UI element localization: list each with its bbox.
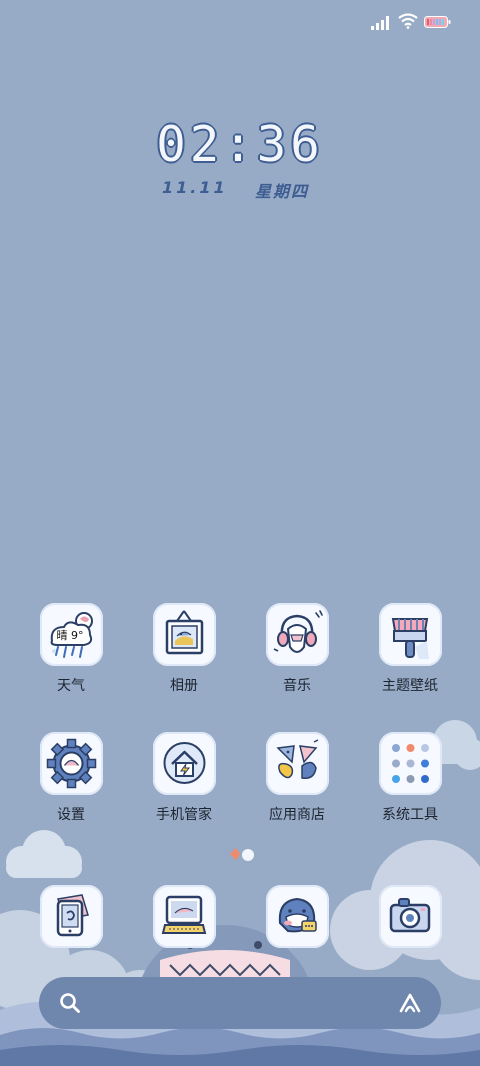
- app-phone-manager[interactable]: 手机管家: [134, 732, 234, 824]
- dock-app-phone[interactable]: [21, 885, 121, 948]
- gallery-icon: [152, 603, 216, 666]
- theme-brush-icon: [378, 603, 442, 666]
- messages-shark-icon: [265, 885, 329, 948]
- app-label-phone-manager: 手机管家: [156, 807, 212, 823]
- app-system-tools[interactable]: 系统工具: [360, 732, 460, 824]
- dock-app-computer[interactable]: [134, 885, 234, 948]
- assistant-a-icon[interactable]: [397, 991, 423, 1015]
- search-bar[interactable]: [39, 977, 441, 1029]
- app-theme-wallpaper[interactable]: 主题壁纸: [360, 603, 460, 695]
- phone-manager-icon: [152, 732, 216, 795]
- app-gallery[interactable]: 相册: [134, 603, 234, 695]
- dock-app-camera[interactable]: [360, 885, 460, 948]
- system-tools-folder-icon: [378, 732, 442, 795]
- app-label-theme-wallpaper: 主题壁纸: [382, 678, 438, 694]
- app-label-music: 音乐: [283, 678, 311, 694]
- music-icon: [265, 603, 329, 666]
- app-store-icon: [265, 732, 329, 795]
- weather-icon: 晴 9°: [39, 603, 103, 666]
- app-label-weather: 天气: [57, 678, 85, 694]
- settings-gear-icon: [39, 732, 103, 795]
- app-weather[interactable]: 晴 9° 天气: [21, 603, 121, 695]
- home-app-grid: 晴 9° 天气 相册 音乐 主题壁纸 设置 手机管家 应用商店 系统工具: [0, 0, 480, 1066]
- weather-badge: 晴 9°: [56, 629, 84, 642]
- app-label-gallery: 相册: [170, 678, 198, 694]
- computer-icon: [152, 885, 216, 948]
- app-label-app-store: 应用商店: [269, 807, 325, 823]
- app-label-settings: 设置: [57, 807, 85, 823]
- app-settings[interactable]: 设置: [21, 732, 121, 824]
- app-music[interactable]: 音乐: [247, 603, 347, 695]
- app-label-system-tools: 系统工具: [382, 807, 438, 823]
- camera-icon: [378, 885, 442, 948]
- dock-app-messages[interactable]: [247, 885, 347, 948]
- phone-dialer-icon: [39, 885, 103, 948]
- search-icon[interactable]: [59, 992, 81, 1014]
- app-app-store[interactable]: 应用商店: [247, 732, 347, 824]
